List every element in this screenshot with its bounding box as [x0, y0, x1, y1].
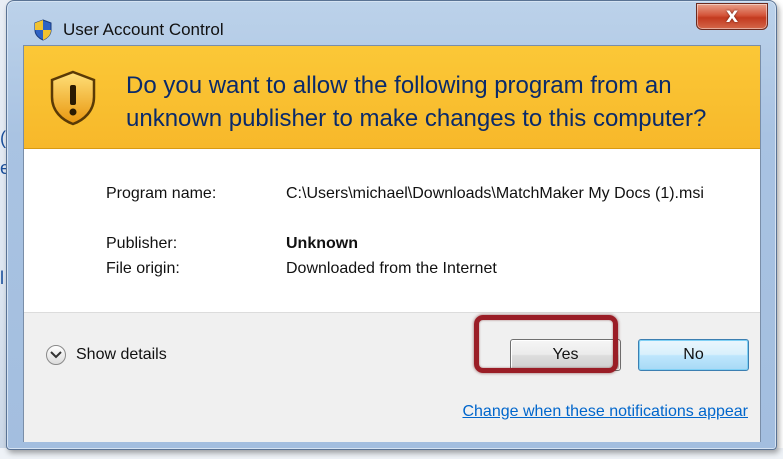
title-bar[interactable]: User Account Control X [7, 1, 776, 45]
warning-shield-icon [50, 70, 96, 126]
dialog-client-area: Do you want to allow the following progr… [23, 45, 761, 442]
file-origin-label: File origin: [106, 260, 180, 277]
close-icon: X [725, 7, 739, 26]
publisher-value: Unknown [286, 235, 358, 252]
show-details-label: Show details [76, 346, 167, 363]
dialog-footer: Show details Yes No Change when these no… [24, 312, 760, 442]
window-title: User Account Control [63, 20, 224, 39]
uac-question: Do you want to allow the following progr… [126, 72, 707, 132]
uac-shield-icon [34, 19, 52, 41]
warning-banner: Do you want to allow the following progr… [24, 46, 760, 149]
program-name-label: Program name: [106, 185, 217, 202]
no-button[interactable]: No [638, 339, 749, 371]
close-button[interactable]: X [696, 3, 768, 30]
chevron-down-icon [46, 345, 66, 365]
publisher-label: Publisher: [106, 235, 178, 252]
uac-dialog: User Account Control X Do you want to al… [6, 0, 777, 450]
program-details: Program name: C:\Users\michael\Downloads… [24, 149, 760, 312]
change-notifications-link[interactable]: Change when these notifications appear [462, 403, 748, 421]
show-details-toggle[interactable]: Show details [46, 345, 167, 365]
background-glyph: l [0, 268, 4, 288]
yes-button[interactable]: Yes [510, 339, 621, 371]
file-origin-value: Downloaded from the Internet [286, 260, 497, 277]
program-name-value: C:\Users\michael\Downloads\MatchMaker My… [286, 185, 704, 202]
